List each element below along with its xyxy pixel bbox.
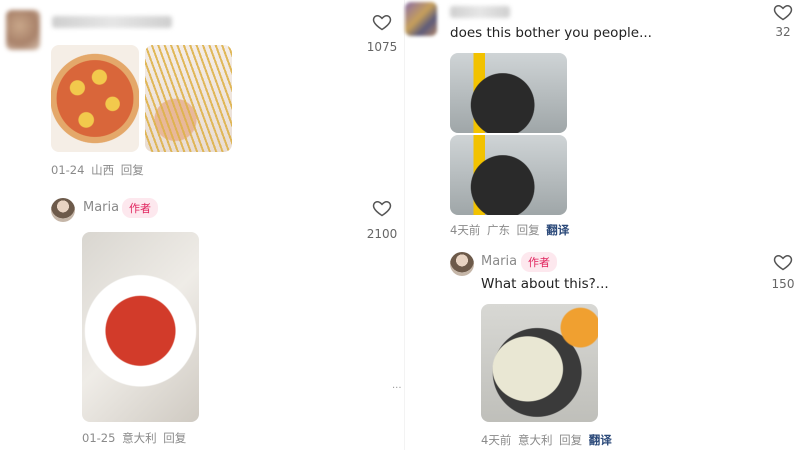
user-avatar[interactable] bbox=[405, 2, 437, 36]
reply-location: 意大利 bbox=[122, 431, 157, 445]
maria-avatar[interactable] bbox=[51, 198, 75, 222]
reply-location: 意大利 bbox=[517, 433, 553, 447]
comment-date: 01-24 bbox=[51, 163, 85, 177]
pasta-photo[interactable] bbox=[145, 45, 232, 152]
author-badge: 作者 bbox=[521, 252, 557, 272]
comment-meta: 01-24 山西 回复 bbox=[51, 162, 147, 178]
comment-meta: 4天前 广东 回复 翻译 bbox=[450, 222, 572, 238]
dumpling-photo[interactable] bbox=[481, 304, 598, 422]
author-name[interactable]: Maria bbox=[481, 254, 517, 269]
reply-date: 01-25 bbox=[82, 431, 116, 445]
ellipsis-text: ... bbox=[392, 380, 402, 391]
like-heart-icon[interactable] bbox=[773, 2, 793, 22]
user-name-blurred[interactable] bbox=[52, 16, 172, 28]
pot-photo-bottom[interactable] bbox=[450, 135, 567, 215]
reply-date: 4天前 bbox=[481, 433, 512, 447]
comment-location: 广东 bbox=[486, 223, 510, 237]
like-count: 32 bbox=[775, 25, 791, 39]
comment-location: 山西 bbox=[91, 163, 115, 177]
strawberry-plate-photo[interactable] bbox=[82, 232, 199, 422]
user-avatar[interactable] bbox=[6, 10, 40, 50]
like-count: 1075 bbox=[366, 40, 398, 54]
reply-link[interactable]: 回复 bbox=[121, 163, 144, 177]
reply-link[interactable]: 回复 bbox=[517, 223, 540, 237]
like-heart-icon[interactable] bbox=[773, 252, 793, 272]
right-comment-panel: does this bother you people... 32 4天前 广东… bbox=[405, 0, 800, 450]
author-badge: 作者 bbox=[122, 198, 158, 218]
comment-text: does this bother you people... bbox=[450, 25, 652, 41]
reply-meta: 4天前 意大利 回复 翻译 bbox=[481, 432, 615, 448]
like-count: 150 bbox=[771, 277, 795, 291]
like-heart-icon[interactable] bbox=[372, 12, 392, 32]
maria-avatar[interactable] bbox=[450, 252, 474, 276]
left-comment-panel: 1075 01-24 山西 回复 Maria 作者 2100 01-25 意大利… bbox=[0, 0, 405, 450]
user-name-blurred[interactable] bbox=[450, 6, 510, 18]
comment-date: 4天前 bbox=[450, 223, 481, 237]
reply-link[interactable]: 回复 bbox=[163, 431, 186, 445]
author-name[interactable]: Maria bbox=[83, 200, 119, 215]
translate-link[interactable]: 翻译 bbox=[589, 433, 612, 447]
translate-link[interactable]: 翻译 bbox=[546, 223, 569, 237]
like-heart-icon[interactable] bbox=[372, 198, 392, 218]
reply-link[interactable]: 回复 bbox=[559, 433, 582, 447]
reply-meta: 01-25 意大利 回复 bbox=[82, 430, 189, 446]
pot-photo-top[interactable] bbox=[450, 53, 567, 133]
reply-text: What about this?... bbox=[481, 276, 609, 292]
like-count: 2100 bbox=[366, 227, 398, 241]
pizza-photo[interactable] bbox=[51, 45, 139, 152]
